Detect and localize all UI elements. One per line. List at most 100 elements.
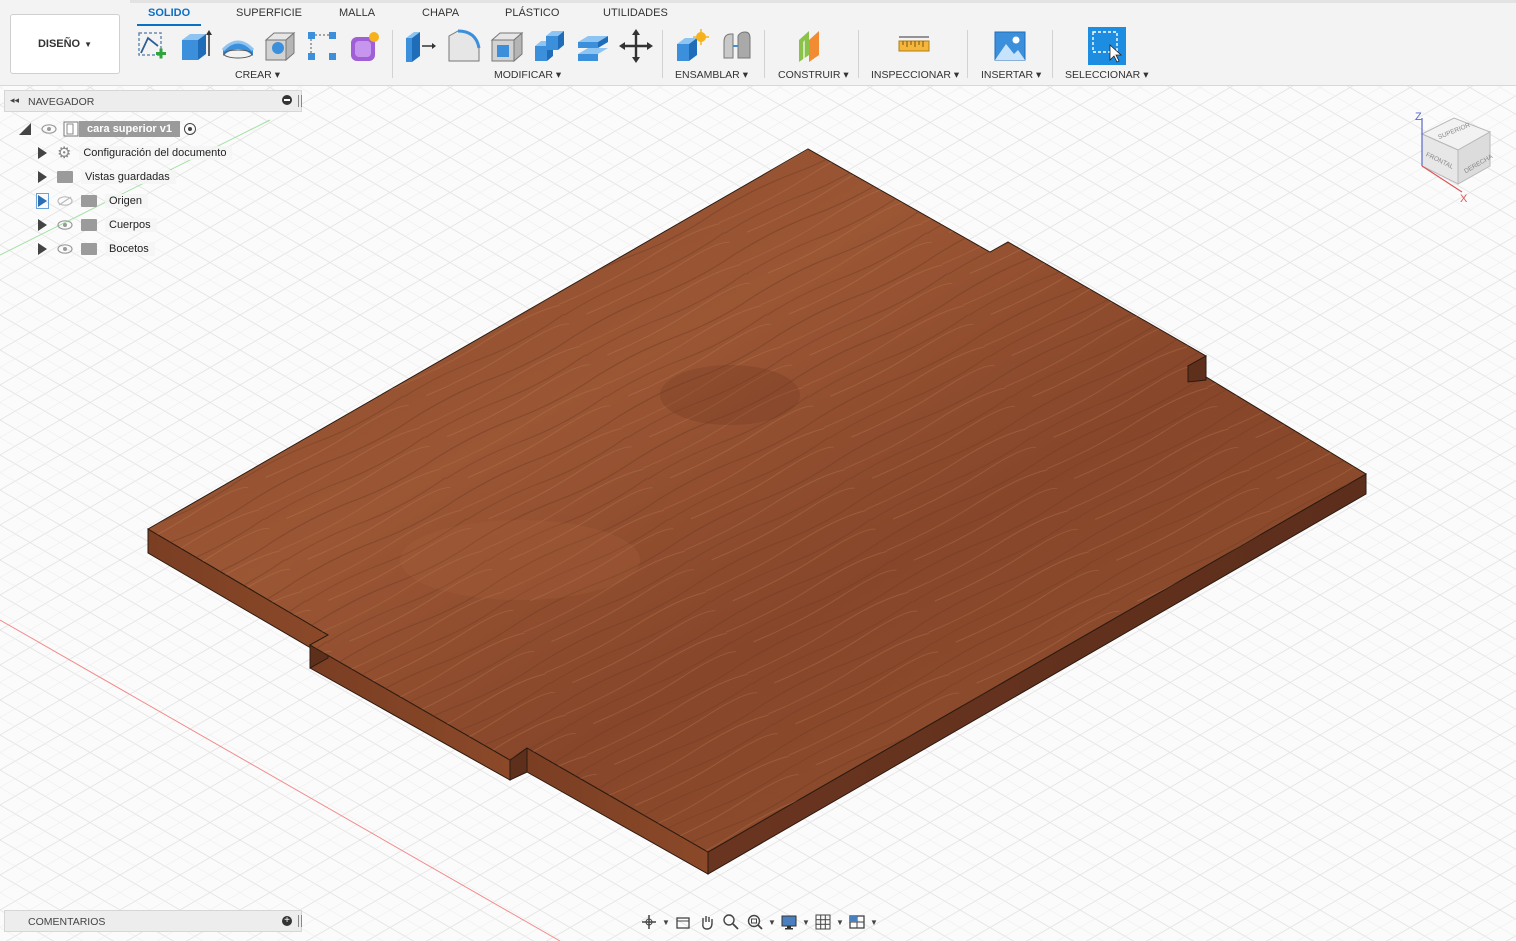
chevron-down-icon[interactable]: ▼: [802, 918, 810, 927]
workspace-dropdown[interactable]: DISEÑO ▼: [10, 14, 120, 74]
expand-triangle-icon[interactable]: [19, 123, 31, 135]
browser-item-label: Configuración del documento: [79, 146, 233, 160]
press-pull-button[interactable]: [402, 28, 438, 64]
press-pull-icon: [406, 32, 436, 62]
tab-solido[interactable]: SOLIDO: [148, 7, 190, 23]
grid-settings-icon[interactable]: [812, 911, 834, 933]
tab-utilidades[interactable]: UTILIDADES: [603, 7, 668, 23]
combine-button[interactable]: [532, 28, 568, 64]
chevron-down-icon[interactable]: ▼: [870, 918, 878, 927]
active-tab-indicator: [137, 24, 201, 26]
new-component-icon: [677, 29, 709, 61]
move-icon: [619, 29, 653, 63]
combine-icon: [535, 31, 564, 61]
comments-title: COMENTARIOS: [28, 916, 106, 928]
expand-triangle-icon[interactable]: [38, 171, 47, 183]
zoom-window-icon[interactable]: [744, 911, 766, 933]
group-construir-label: CONSTRUIR: [778, 69, 841, 81]
group-modificar[interactable]: MODIFICAR ▾: [494, 69, 561, 81]
select-cursor-icon: [1092, 31, 1123, 63]
activate-radio-icon[interactable]: [184, 123, 196, 135]
tab-superficie[interactable]: SUPERFICIE: [236, 7, 302, 23]
toolbar-separator: [1052, 30, 1053, 78]
browser-item-saved-views[interactable]: Vistas guardadas: [38, 166, 176, 188]
group-seleccionar-label: SELECCIONAR: [1065, 69, 1141, 81]
toolbar-separator: [858, 30, 859, 78]
chevron-down-icon[interactable]: ▼: [662, 918, 670, 927]
revolve-button[interactable]: [220, 28, 256, 64]
sketch-icon: [138, 32, 166, 59]
hidden-eye-icon[interactable]: [57, 196, 73, 206]
browser-header: ◂◂ NAVEGADOR: [4, 90, 302, 112]
comments-panel[interactable]: COMENTARIOS +: [4, 910, 302, 932]
joint-button[interactable]: [718, 28, 754, 64]
chevron-down-icon[interactable]: ▼: [768, 918, 776, 927]
folder-icon: [81, 195, 97, 207]
orbit-icon[interactable]: [638, 911, 660, 933]
hole-icon: [264, 31, 296, 62]
hole-button[interactable]: [262, 28, 298, 64]
expand-triangle-icon[interactable]: [36, 193, 49, 209]
look-at-icon[interactable]: [672, 911, 694, 933]
offset-face-icon: [578, 36, 608, 61]
panel-grip-icon[interactable]: [298, 915, 302, 927]
expand-triangle-icon[interactable]: [38, 219, 47, 231]
minimize-icon[interactable]: [282, 95, 292, 105]
x-axis-label: X: [1460, 193, 1468, 205]
folder-icon: [81, 243, 97, 255]
fillet-icon: [448, 29, 481, 62]
chevron-down-icon[interactable]: ▼: [836, 918, 844, 927]
visibility-eye-icon[interactable]: [57, 244, 73, 254]
group-insertar[interactable]: INSERTAR ▾: [981, 69, 1041, 81]
chevron-down-icon: ▾: [953, 69, 960, 81]
zoom-icon[interactable]: [720, 911, 742, 933]
view-cube[interactable]: Z X SUPERIOR FRONTAL DERECHA: [1408, 104, 1500, 208]
fillet-button[interactable]: [446, 28, 482, 64]
visibility-eye-icon[interactable]: [41, 124, 57, 134]
expand-triangle-icon[interactable]: [38, 243, 47, 255]
group-construir[interactable]: CONSTRUIR ▾: [778, 69, 849, 81]
extrude-button[interactable]: [176, 28, 212, 64]
toolbar-separator: [764, 30, 765, 78]
visibility-eye-icon[interactable]: [57, 220, 73, 230]
collapse-panel-icon[interactable]: ◂◂: [10, 95, 19, 106]
browser-root-label[interactable]: cara superior v1: [79, 121, 180, 137]
toolbar-separator: [967, 30, 968, 78]
add-comment-icon[interactable]: +: [282, 916, 292, 926]
browser-item-document-settings[interactable]: ⚙ Configuración del documento: [38, 142, 233, 164]
viewports-icon[interactable]: [846, 911, 868, 933]
move-copy-button[interactable]: [618, 28, 654, 64]
group-crear[interactable]: CREAR ▾: [235, 69, 280, 81]
pattern-button[interactable]: [304, 28, 340, 64]
tab-plastico[interactable]: PLÁSTICO: [505, 7, 559, 23]
toolbar-top-line: [130, 0, 1516, 3]
group-ensamblar[interactable]: ENSAMBLAR ▾: [675, 69, 748, 81]
insert-image-button[interactable]: [992, 28, 1028, 64]
panel-grip-icon[interactable]: [298, 95, 302, 107]
browser-item-bodies[interactable]: Cuerpos: [38, 214, 157, 236]
group-inspeccionar[interactable]: INSPECCIONAR ▾: [871, 69, 959, 81]
create-form-button[interactable]: [346, 28, 382, 64]
z-axis-label: Z: [1415, 111, 1422, 123]
browser-root-row[interactable]: cara superior v1: [4, 118, 196, 140]
group-seleccionar[interactable]: SELECCIONAR ▾: [1065, 69, 1148, 81]
offset-face-button[interactable]: [575, 28, 611, 64]
shell-button[interactable]: [489, 28, 525, 64]
browser-item-sketches[interactable]: Bocetos: [38, 238, 155, 260]
measure-button[interactable]: [896, 28, 932, 64]
browser-item-label: Vistas guardadas: [81, 170, 176, 184]
display-settings-icon[interactable]: [778, 911, 800, 933]
group-insertar-label: INSERTAR: [981, 69, 1034, 81]
browser-item-label: Origen: [105, 194, 149, 208]
browser-item-origin[interactable]: Origen: [36, 190, 149, 212]
select-button[interactable]: [1088, 27, 1126, 65]
offset-plane-button[interactable]: [795, 28, 831, 64]
tab-malla[interactable]: MALLA: [339, 7, 375, 23]
new-component-button[interactable]: [674, 28, 710, 64]
chevron-down-icon: ▾: [274, 69, 280, 81]
gear-icon: ⚙: [57, 145, 72, 162]
create-sketch-button[interactable]: [134, 28, 170, 64]
expand-triangle-icon[interactable]: [38, 147, 47, 159]
tab-chapa[interactable]: CHAPA: [422, 7, 459, 23]
pan-hand-icon[interactable]: [696, 911, 718, 933]
